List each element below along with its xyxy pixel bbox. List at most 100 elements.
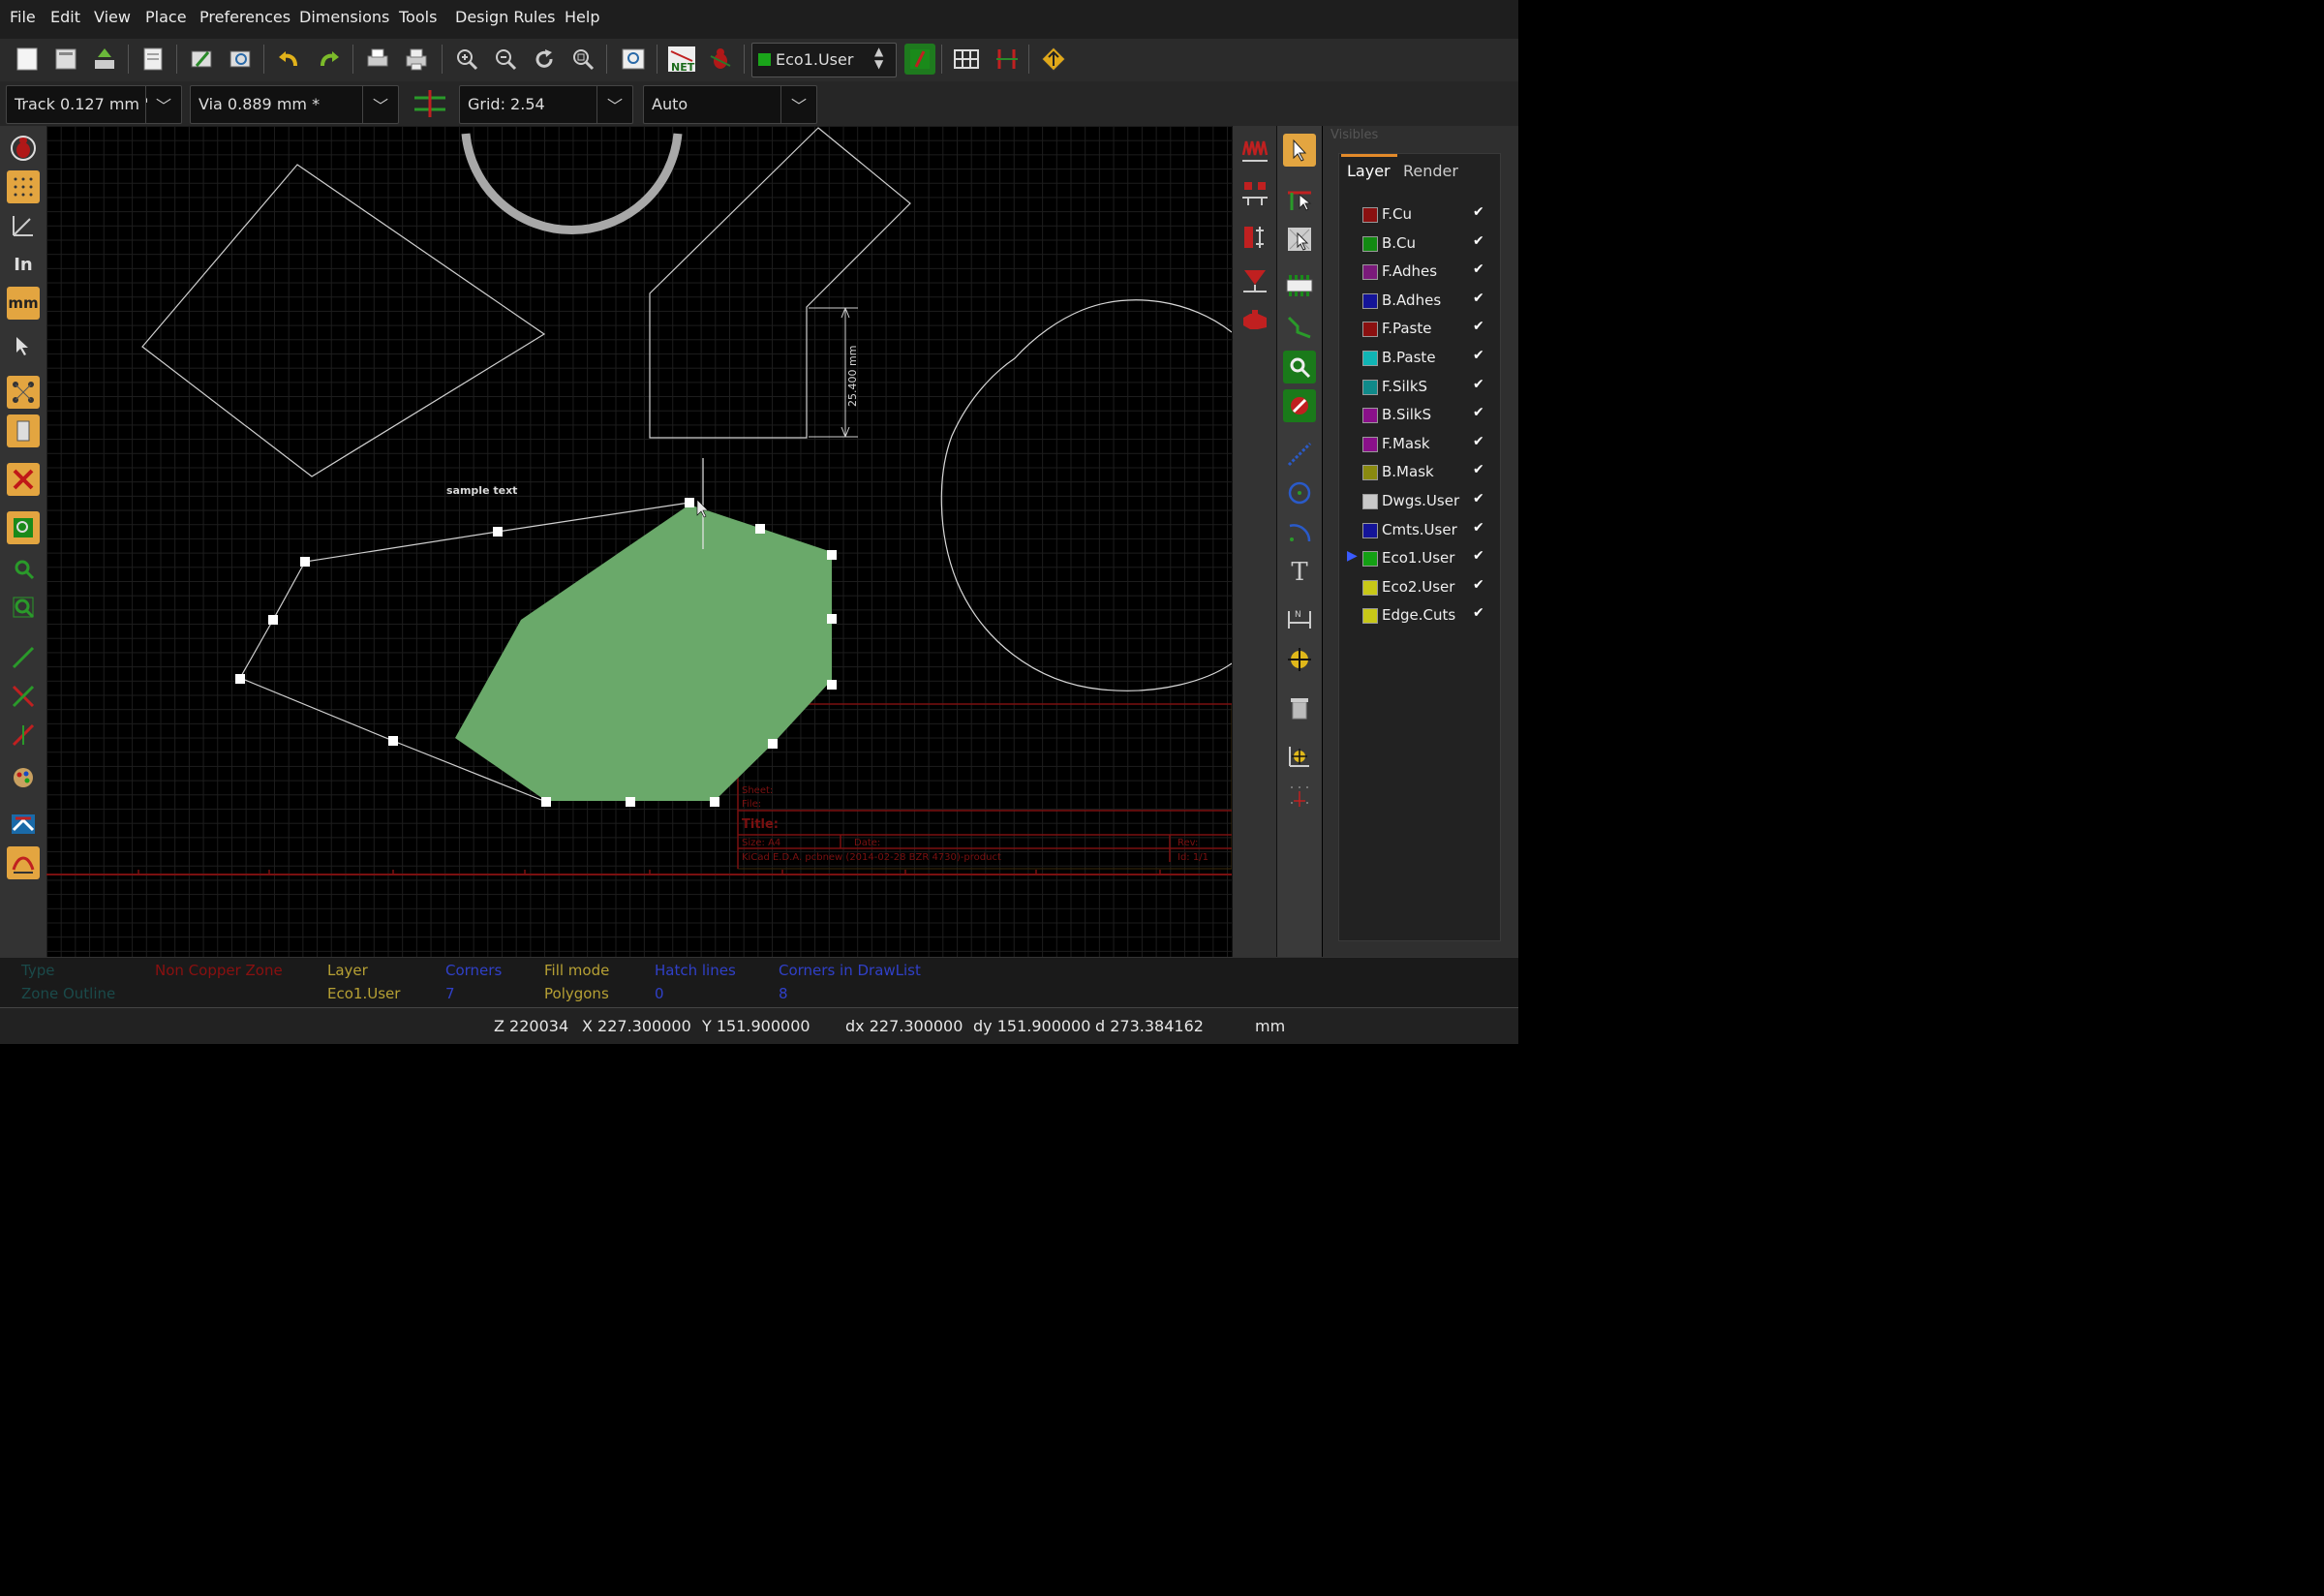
layer-color-swatch[interactable] — [1362, 465, 1378, 481]
layer-row[interactable]: B.Adhes ✔ — [1341, 287, 1496, 314]
script-icon[interactable] — [1038, 44, 1069, 75]
layer-row[interactable]: Edge.Cuts ✔ — [1341, 601, 1496, 629]
via-size-select[interactable]: Via 0.889 mm * ﹀ — [190, 85, 399, 124]
tab-render[interactable]: Render — [1403, 162, 1458, 180]
grid-origin-icon[interactable] — [1283, 779, 1316, 812]
menu-preferences[interactable]: Preferences — [199, 8, 290, 26]
module-ratsnest-icon[interactable] — [7, 414, 40, 447]
layer-row[interactable]: F.Cu ✔ — [1341, 200, 1496, 228]
layer-visibility-checkbox[interactable]: ✔ — [1473, 548, 1484, 564]
new-board-icon[interactable] — [12, 44, 43, 75]
layer-color-swatch[interactable] — [1362, 351, 1378, 366]
track-width-select[interactable]: Track 0.127 mm ' ﹀ — [6, 85, 182, 124]
set-origin-icon[interactable] — [1283, 740, 1316, 773]
inch-units-icon[interactable]: In — [7, 248, 40, 281]
layer-row[interactable]: Cmts.User ✔ — [1341, 516, 1496, 543]
add-track-icon[interactable] — [1283, 310, 1316, 343]
layer-pair-icon[interactable] — [904, 44, 935, 75]
layer-visibility-checkbox[interactable]: ✔ — [1473, 291, 1484, 306]
microwave-tools-icon[interactable] — [1238, 304, 1271, 337]
layer-row[interactable]: F.Adhes ✔ — [1341, 258, 1496, 285]
add-text-icon[interactable]: T — [1283, 556, 1316, 589]
pad-sketch-icon[interactable] — [7, 719, 40, 752]
layer-row[interactable]: B.SilkS ✔ — [1341, 401, 1496, 428]
undo-icon[interactable] — [273, 44, 304, 75]
layer-color-swatch[interactable] — [1362, 494, 1378, 509]
zoom-fit-icon[interactable] — [567, 44, 598, 75]
local-ratsnest-tool-icon[interactable] — [1283, 223, 1316, 256]
tab-layer[interactable]: Layer — [1347, 162, 1391, 180]
layer-name[interactable]: B.Adhes — [1382, 292, 1441, 309]
layer-color-swatch[interactable] — [1362, 608, 1378, 625]
layer-visibility-checkbox[interactable]: ✔ — [1473, 520, 1484, 536]
layer-row[interactable]: F.Paste ✔ — [1341, 315, 1496, 342]
layer-color-swatch[interactable] — [1362, 379, 1378, 395]
layer-name[interactable]: F.SilkS — [1382, 378, 1427, 395]
find-icon[interactable] — [618, 44, 649, 75]
layer-visibility-checkbox[interactable]: ✔ — [1473, 434, 1484, 449]
layer-visibility-checkbox[interactable]: ✔ — [1473, 462, 1484, 477]
highlight-net-tool-icon[interactable] — [1283, 182, 1316, 215]
high-contrast-icon[interactable] — [7, 761, 40, 794]
layer-manager-icon[interactable] — [7, 808, 40, 841]
layer-visibility-checkbox[interactable]: ✔ — [1473, 491, 1484, 506]
layer-row[interactable]: ▶ Eco1.User ✔ — [1341, 544, 1496, 571]
layer-name[interactable]: Eco2.User — [1382, 578, 1454, 596]
auto-track-width-icon[interactable] — [413, 87, 447, 120]
layer-color-swatch[interactable] — [1362, 207, 1378, 223]
zoom-out-icon[interactable] — [490, 44, 521, 75]
ratsnest-icon[interactable] — [7, 376, 40, 409]
select-icon[interactable] — [1283, 134, 1316, 167]
add-module-icon[interactable] — [1283, 269, 1316, 302]
layer-color-swatch[interactable] — [1362, 292, 1378, 309]
menu-edit[interactable]: Edit — [50, 8, 80, 26]
layer-name[interactable]: F.Cu — [1382, 205, 1412, 223]
drc-off-icon[interactable] — [7, 132, 40, 165]
netlist-icon[interactable]: NET — [666, 44, 697, 75]
active-layer-select[interactable]: Eco1.User ▲ ▼ — [751, 43, 897, 77]
zoom-in-icon[interactable] — [451, 44, 482, 75]
add-target-icon[interactable] — [1283, 643, 1316, 676]
print-icon[interactable] — [362, 44, 393, 75]
menu-file[interactable]: File — [10, 8, 36, 26]
add-dimension-icon[interactable]: N — [1283, 602, 1316, 635]
layer-name[interactable]: F.Adhes — [1382, 262, 1437, 280]
add-zone-icon[interactable] — [1283, 351, 1316, 384]
polar-coords-icon[interactable] — [7, 209, 40, 242]
delete-icon[interactable] — [1283, 691, 1316, 724]
layer-color-swatch[interactable] — [1362, 436, 1378, 452]
open-board-icon[interactable] — [50, 44, 81, 75]
layer-row[interactable]: B.Mask ✔ — [1341, 458, 1496, 485]
layer-visibility-checkbox[interactable]: ✔ — [1473, 605, 1484, 621]
layer-name[interactable]: F.Paste — [1382, 320, 1431, 337]
layer-color-swatch[interactable] — [1362, 408, 1378, 424]
menu-view[interactable]: View — [94, 8, 131, 26]
layer-name[interactable]: B.Paste — [1382, 349, 1436, 366]
page-settings-icon[interactable] — [138, 44, 168, 75]
save-board-icon[interactable] — [89, 44, 120, 75]
zone-outline-icon[interactable] — [7, 552, 40, 585]
add-keepout-icon[interactable] — [1283, 389, 1316, 422]
local-ratsnest-icon[interactable] — [1238, 263, 1271, 296]
module-mode-icon[interactable] — [1238, 176, 1271, 209]
add-circle-icon[interactable] — [1283, 476, 1316, 509]
layer-visibility-checkbox[interactable]: ✔ — [1473, 577, 1484, 593]
layer-row[interactable]: Dwgs.User ✔ — [1341, 487, 1496, 514]
layer-row[interactable]: B.Cu ✔ — [1341, 230, 1496, 257]
via-sketch-icon[interactable] — [7, 680, 40, 713]
layer-visibility-checkbox[interactable]: ✔ — [1473, 405, 1484, 420]
layer-name[interactable]: B.Mask — [1382, 463, 1434, 480]
layer-name[interactable]: B.SilkS — [1382, 406, 1431, 423]
library-editor-icon[interactable] — [186, 44, 217, 75]
layer-visibility-checkbox[interactable]: ✔ — [1473, 261, 1484, 277]
cursor-shape-icon[interactable] — [7, 329, 40, 362]
layer-color-swatch[interactable] — [1362, 235, 1378, 252]
layer-name[interactable]: Edge.Cuts — [1382, 606, 1455, 624]
microwave-toolbar-icon[interactable] — [7, 846, 40, 879]
library-browser-icon[interactable] — [225, 44, 256, 75]
track-mode-icon[interactable] — [1238, 221, 1271, 254]
grid-select[interactable]: Grid: 2.54 ﹀ — [459, 85, 633, 124]
zone-fill-icon[interactable] — [7, 511, 40, 544]
layer-row[interactable]: F.SilkS ✔ — [1341, 373, 1496, 400]
layer-visibility-checkbox[interactable]: ✔ — [1473, 348, 1484, 363]
